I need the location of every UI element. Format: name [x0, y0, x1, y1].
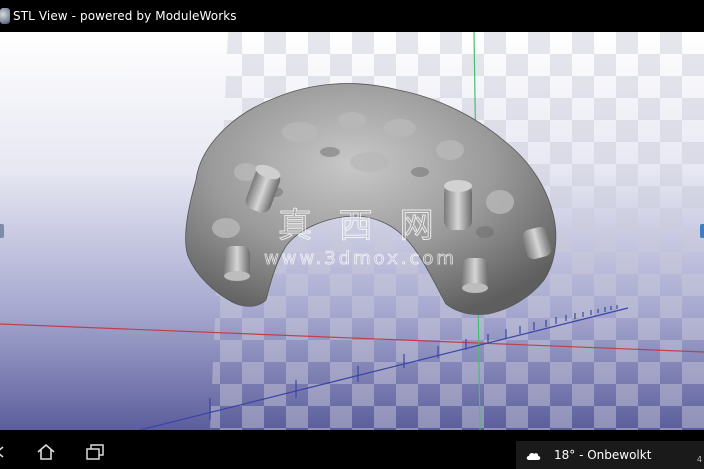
title-bar: STL View - powered by ModuleWorks	[0, 0, 704, 32]
watermark-url: www.3dmox.com	[264, 248, 457, 269]
left-panel-handle[interactable]	[0, 224, 4, 238]
implant-post-4	[462, 258, 488, 293]
recent-apps-icon[interactable]	[86, 444, 104, 464]
page-indicator: 4	[696, 455, 702, 464]
weather-text: 18° - Onbewolkt	[554, 448, 652, 462]
3d-viewport[interactable]: 真 西 网 www.3dmox.com	[0, 32, 704, 430]
app-globe-icon[interactable]	[0, 8, 10, 24]
cloud-icon	[516, 450, 550, 461]
weather-widget[interactable]: 18° - Onbewolkt	[516, 441, 704, 469]
back-icon[interactable]	[0, 444, 8, 463]
window-title: STL View - powered by ModuleWorks	[13, 9, 237, 23]
implant-post-2	[444, 180, 472, 230]
implant-post-3	[224, 246, 250, 281]
right-panel-handle[interactable]	[700, 224, 704, 238]
home-icon[interactable]	[36, 443, 56, 464]
watermark-cn: 真 西 网	[278, 206, 442, 246]
